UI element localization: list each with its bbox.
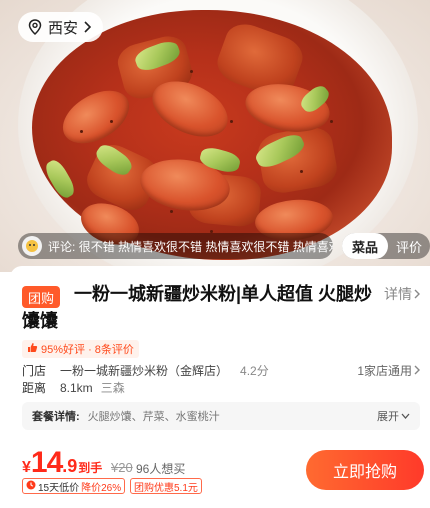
- price-decimal: .9: [62, 456, 78, 476]
- coupon-badge: 团购优惠5.1元: [130, 478, 202, 494]
- expand-label: 展开: [377, 411, 399, 423]
- combo-label: 套餐详情:: [32, 411, 80, 423]
- buy-now-button[interactable]: 立即抢购: [306, 450, 424, 490]
- detail-link-label: 详情: [384, 286, 412, 302]
- deal-info-card: 团购 一粉一城新疆炒米粉|单人超值 火腿炒馕馕 详情 95%好评 · 8条评价 …: [10, 266, 430, 508]
- stores-link[interactable]: 1家店通用: [357, 362, 420, 379]
- deal-title: 一粉一城新疆炒米粉|单人超值 火腿炒馕馕: [22, 284, 373, 331]
- store-label: 门店: [22, 364, 47, 378]
- location-selector[interactable]: 西安: [18, 12, 104, 42]
- rating-badge[interactable]: 95%好评 · 8条评价: [22, 340, 139, 358]
- chevron-right-icon: [84, 21, 92, 33]
- rating-text: 95%好评 · 8条评价: [41, 344, 134, 356]
- comment-text: 很不错 热情喜欢很不错 热情喜欢很不错 热情喜欢很不...: [78, 239, 333, 254]
- chevron-right-icon: [414, 364, 420, 378]
- avatar: [22, 236, 42, 256]
- price-drop-text: 降价26%: [81, 482, 122, 494]
- store-name: 一粉一城新疆炒米粉（金辉店）: [60, 364, 229, 378]
- store-score: 4.2分: [240, 364, 269, 378]
- combo-details[interactable]: 套餐详情: 火腿炒馕、芹菜、水蜜桃汁 展开: [22, 402, 420, 430]
- location-pin-icon: [28, 19, 42, 35]
- stores-link-label: 1家店通用: [357, 364, 412, 378]
- store-row[interactable]: 门店 一粉一城新疆炒米粉（金辉店） 4.2分: [22, 362, 269, 379]
- price-currency: ¥: [22, 459, 31, 476]
- location-city: 西安: [48, 19, 79, 37]
- distance-value: 8.1km: [60, 380, 93, 395]
- price-suffix: 到手: [78, 461, 103, 475]
- tab-dishes[interactable]: 菜品: [342, 233, 388, 259]
- media-tab-switch: 菜品 评价: [342, 233, 430, 259]
- expand-button[interactable]: 展开: [377, 408, 410, 424]
- chevron-down-icon: [401, 410, 410, 422]
- detail-link[interactable]: 详情: [384, 284, 420, 304]
- clock-icon: [26, 480, 36, 493]
- coupon-text: 团购优惠5.1元: [134, 482, 198, 494]
- final-price: ¥ 14 .9 到手: [22, 446, 102, 480]
- combo-items: 火腿炒馕、芹菜、水蜜桃汁: [87, 411, 220, 423]
- price-integer: 14: [30, 446, 63, 479]
- chevron-right-icon: [414, 286, 420, 302]
- distance-label: 距离: [22, 381, 47, 395]
- thumbs-up-icon: [27, 342, 38, 356]
- comment-ticker[interactable]: 评论: 很不错 热情喜欢很不错 热情喜欢很不错 热情喜欢很不...: [18, 233, 333, 259]
- distance-row: 距离 8.1km 三森: [22, 379, 125, 396]
- area-name: 三森: [100, 381, 125, 395]
- low-price-text: 15天低价: [38, 482, 80, 494]
- want-count: 96人想买: [136, 462, 186, 476]
- tab-reviews[interactable]: 评价: [388, 237, 430, 256]
- comment-prefix: 评论:: [48, 239, 76, 254]
- low-price-badge: 15天低价 降价26%: [22, 478, 126, 494]
- dish-photo[interactable]: 西安 评论: 很不错 热情喜欢很不错 热情喜欢很不错 热情喜欢很不... 菜品 …: [0, 0, 430, 272]
- original-price: ¥20: [111, 460, 133, 475]
